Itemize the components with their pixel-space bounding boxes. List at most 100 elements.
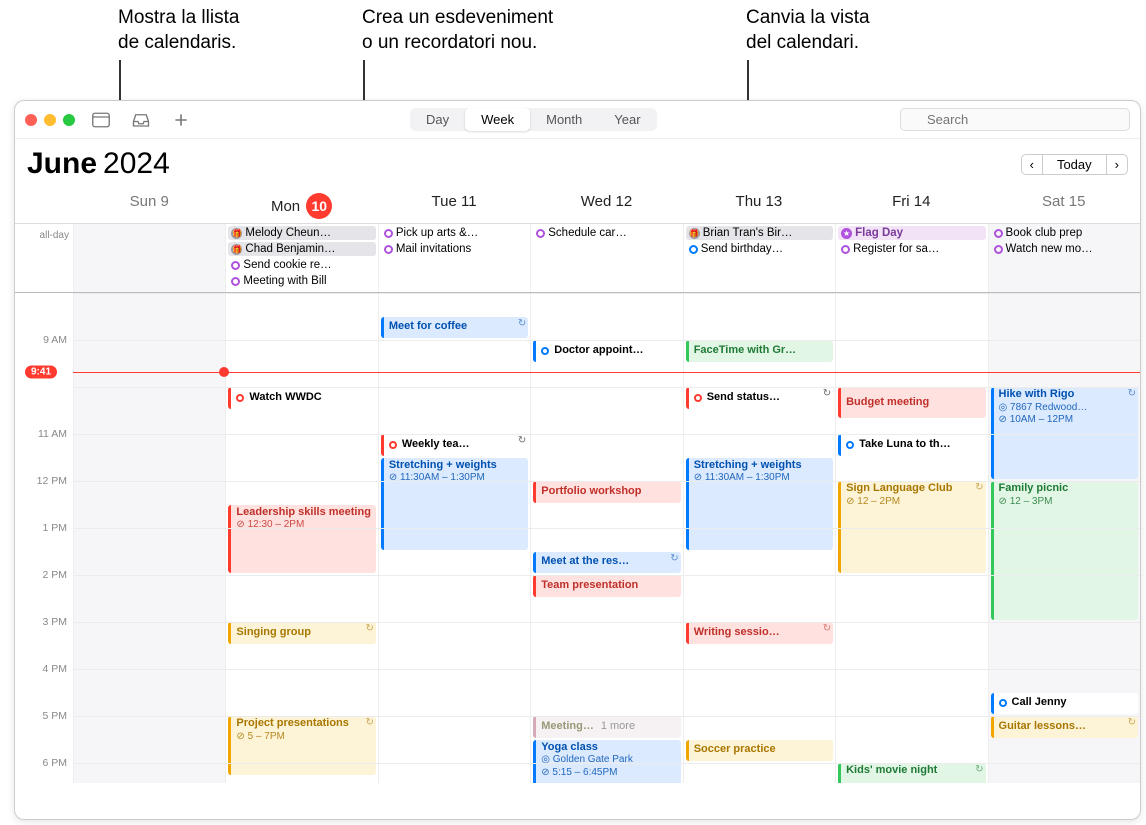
seg-year[interactable]: Year (598, 108, 656, 131)
grid-col[interactable] (73, 293, 225, 783)
event[interactable]: Doctor appoint… (533, 340, 680, 362)
event[interactable]: Watch WWDC (228, 387, 375, 409)
all-day-row: all-day 🎁Melody Cheun… 🎁Chad Benjamin… Sen… (15, 224, 1140, 293)
date-nav: ‹ Today › (1021, 154, 1128, 175)
allday-event[interactable]: Schedule car… (533, 226, 680, 240)
event[interactable]: Budget meeting (838, 387, 985, 418)
grid-col[interactable]: Budget meeting Take Luna to th… Sign Langu… (835, 293, 987, 783)
event[interactable]: Family picnic⊘ 12 – 3PM (991, 481, 1138, 620)
view-segmented-control: DayWeekMonthYear (410, 108, 657, 131)
allday-event[interactable]: Watch new mo… (991, 242, 1138, 256)
event[interactable]: Writing sessio…↻ (686, 622, 833, 644)
toolbar: DayWeekMonthYear (15, 101, 1140, 139)
callouts: Mostra la llistade calendaris. Crea un e… (0, 0, 1146, 100)
hour-label: 1 PM (42, 522, 67, 534)
calendar-window: DayWeekMonthYear June 2024 ‹ Today › Sun… (14, 100, 1141, 820)
hour-label: 6 PM (42, 757, 67, 769)
day-header[interactable]: Mon 10 (225, 187, 377, 223)
allday-event[interactable]: 🎁Melody Cheun… (228, 226, 375, 240)
event[interactable]: Singing group↻ (228, 622, 375, 644)
search-wrap (900, 108, 1130, 131)
today-button[interactable]: Today (1043, 154, 1106, 175)
seg-week[interactable]: Week (465, 108, 530, 131)
event[interactable]: Kids' movie night↻ (838, 763, 985, 783)
allday-col: 🎁Brian Tran's Bir… Send birthday… (683, 224, 835, 292)
now-time-badge: 9:41 (25, 365, 57, 378)
hour-label: 5 PM (42, 710, 67, 722)
window-controls[interactable] (25, 114, 75, 126)
event[interactable]: Team presentation (533, 575, 680, 597)
timed-grid: 9 AM 11 AM 12 PM 1 PM 2 PM 3 PM 4 PM 5 PM 6 PM W… (15, 293, 1140, 783)
event[interactable]: Meeting…1 more (533, 716, 680, 738)
search-input[interactable] (900, 108, 1130, 131)
allday-event[interactable]: Book club prep (991, 226, 1138, 240)
seg-month[interactable]: Month (530, 108, 598, 131)
allday-event[interactable]: ★Flag Day (838, 226, 985, 240)
allday-col: ★Flag Day Register for sa… (835, 224, 987, 292)
event[interactable]: Soccer practice (686, 740, 833, 762)
event[interactable]: Meet at the res…↻ (533, 552, 680, 574)
allday-event[interactable]: 🎁Brian Tran's Bir… (686, 226, 833, 240)
next-button[interactable]: › (1106, 154, 1128, 175)
day-headers: Sun 9Mon 10Tue 11Wed 12Thu 13Fri 14Sat 1… (15, 187, 1140, 224)
event[interactable]: Take Luna to th… (838, 434, 985, 456)
event[interactable]: Yoga class◎ Golden Gate Park⊘ 5:15 – 6:4… (533, 740, 680, 784)
day-header[interactable]: Thu 13 (683, 187, 835, 223)
prev-button[interactable]: ‹ (1021, 154, 1043, 175)
day-header[interactable]: Sat 15 (988, 187, 1140, 223)
hour-label: 4 PM (42, 663, 67, 675)
event[interactable]: Stretching + weights⊘ 11:30AM – 1:30PM (381, 458, 528, 550)
event[interactable]: Stretching + weights⊘ 11:30AM – 1:30PM (686, 458, 833, 550)
allday-event[interactable]: 🎁Chad Benjamin… (228, 242, 375, 256)
hour-label: 3 PM (42, 616, 67, 628)
grid-col[interactable]: Meet for coffee↻ Weekly tea…↻Stretching +… (378, 293, 530, 783)
callout-create: Crea un esdevenimento un recordatori nou… (362, 6, 553, 55)
title-row: June 2024 ‹ Today › (15, 139, 1140, 187)
event[interactable]: Guitar lessons…↻ (991, 716, 1138, 738)
callout-list: Mostra la llistade calendaris. (118, 6, 239, 55)
fullscreen-icon[interactable] (63, 114, 75, 126)
event[interactable]: Weekly tea…↻ (381, 434, 528, 456)
event[interactable]: Project presentations⊘ 5 – 7PM↻ (228, 716, 375, 775)
allday-event[interactable]: Meeting with Bill (228, 274, 375, 288)
event[interactable]: Meet for coffee↻ (381, 317, 528, 339)
calendar-list-button[interactable] (90, 111, 112, 129)
minimize-icon[interactable] (44, 114, 56, 126)
hour-label: 2 PM (42, 569, 67, 581)
event[interactable]: Send status…↻ (686, 387, 833, 409)
allday-col: 🎁Melody Cheun… 🎁Chad Benjamin… Send cookie… (225, 224, 377, 292)
allday-event[interactable]: Send cookie re… (228, 258, 375, 272)
grid-col[interactable]: Doctor appoint… Portfolio workshop Meet at… (530, 293, 682, 783)
allday-event[interactable]: Mail invitations (381, 242, 528, 256)
allday-col: Schedule car… (530, 224, 682, 292)
allday-event[interactable]: Send birthday… (686, 242, 833, 256)
seg-day[interactable]: Day (410, 108, 465, 131)
grid-col[interactable]: Watch WWDC Leadership skills meeting⊘ 12:… (225, 293, 377, 783)
close-icon[interactable] (25, 114, 37, 126)
day-header[interactable]: Fri 14 (835, 187, 987, 223)
grid-col[interactable]: Hike with Rigo◎ 7867 Redwood…⊘ 10AM – 12… (988, 293, 1140, 783)
day-header[interactable]: Tue 11 (378, 187, 530, 223)
add-event-button[interactable] (170, 111, 192, 129)
allday-col: Pick up arts &… Mail invitations (378, 224, 530, 292)
allday-event[interactable]: Register for sa… (838, 242, 985, 256)
allday-col: Book club prep Watch new mo… (988, 224, 1140, 292)
allday-col (73, 224, 225, 292)
hour-label: 11 AM (38, 428, 67, 440)
all-day-label: all-day (15, 224, 73, 292)
day-header[interactable]: Wed 12 (530, 187, 682, 223)
allday-event[interactable]: Pick up arts &… (381, 226, 528, 240)
day-header[interactable]: Sun 9 (73, 187, 225, 223)
event[interactable]: Hike with Rigo◎ 7867 Redwood…⊘ 10AM – 12… (991, 387, 1138, 479)
event[interactable]: Portfolio workshop (533, 481, 680, 503)
grid-col[interactable]: FaceTime with Gr… Send status…↻ Stretching… (683, 293, 835, 783)
event[interactable]: Sign Language Club⊘ 12 – 2PM↻ (838, 481, 985, 573)
event[interactable]: Leadership skills meeting⊘ 12:30 – 2PM (228, 505, 375, 574)
title-year: 2024 (103, 147, 170, 181)
event[interactable]: Call Jenny (991, 693, 1138, 715)
event[interactable]: FaceTime with Gr… (686, 340, 833, 362)
hour-label: 9 AM (43, 334, 67, 346)
title-month: June (27, 147, 97, 181)
inbox-button[interactable] (130, 111, 152, 129)
hour-label: 12 PM (37, 475, 67, 487)
